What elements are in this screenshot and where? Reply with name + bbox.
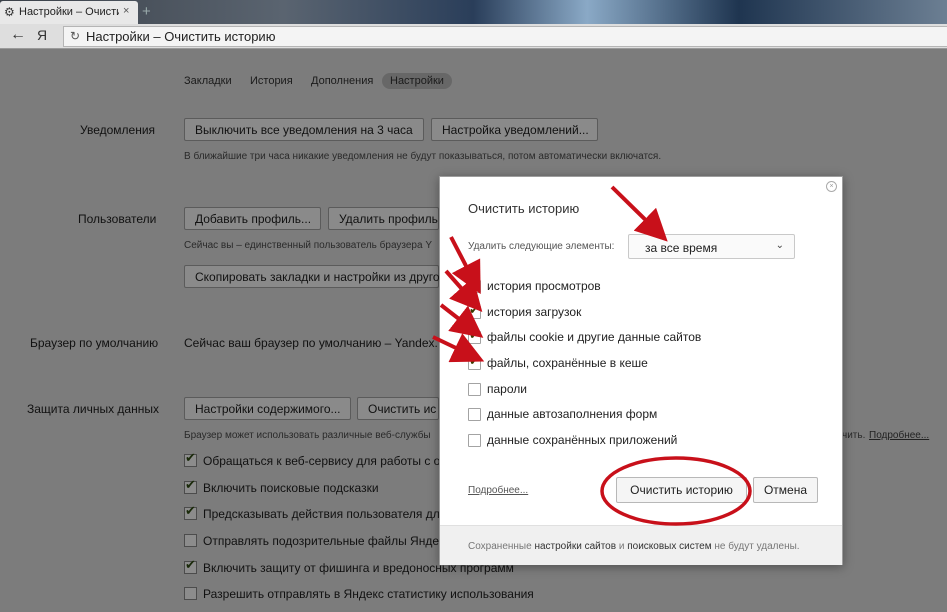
checkbox[interactable] <box>468 408 481 421</box>
default-browser-label: Браузер по умолчанию <box>30 336 159 350</box>
users-hint: Сейчас вы – единственный пользователь бр… <box>184 240 433 251</box>
close-icon[interactable]: × <box>826 181 837 192</box>
dialog-footer: Сохраненные настройки сайтов и поисковых… <box>440 525 842 565</box>
dialog-title: Очистить историю <box>468 201 580 216</box>
option-label: история просмотров <box>487 279 601 293</box>
privacy-checkbox-2[interactable] <box>184 503 197 520</box>
checkbox[interactable] <box>468 276 481 293</box>
cancel-button[interactable]: Отмена <box>753 477 818 503</box>
address-bar: ← Я ↻ Настройки – Очистить историю <box>0 24 947 49</box>
clear-history-page-button[interactable]: Очистить ис <box>357 397 439 420</box>
privacy-hint: Браузер может использовать различные веб… <box>184 430 431 441</box>
gear-icon: ⚙ <box>4 5 15 19</box>
notification-settings-button[interactable]: Настройка уведомлений... <box>431 118 598 141</box>
url-text: Настройки – Очистить историю <box>86 29 276 44</box>
chevron-down-icon: ⌄ <box>775 240 784 251</box>
footer-note: Сохраненные настройки сайтов и поисковых… <box>468 541 800 552</box>
search-engines-link[interactable]: поисковых систем <box>627 541 711 552</box>
new-tab-icon[interactable]: + <box>142 3 151 20</box>
nav-history[interactable]: История <box>250 75 293 87</box>
period-value: за все время <box>645 241 718 255</box>
notifications-hint: В ближайшие три часа никакие уведомления… <box>184 151 662 162</box>
privacy-checkbox-4[interactable] <box>184 557 197 574</box>
content-settings-button[interactable]: Настройки содержимого... <box>184 397 351 420</box>
option-label: данные сохранённых приложений <box>487 433 678 447</box>
more-link[interactable]: Подробнее... <box>468 485 528 496</box>
default-browser-text: Сейчас ваш браузер по умолчанию – Yandex… <box>184 336 438 350</box>
option-label: файлы cookie и другие данные сайтов <box>487 330 702 344</box>
privacy-label: Защита личных данных <box>27 402 159 416</box>
privacy-check-label-1: Включить поисковые подсказки <box>203 481 379 495</box>
checkbox[interactable] <box>468 383 481 396</box>
privacy-check-label-2: Предсказывать действия пользователя дл <box>203 507 440 521</box>
privacy-checkbox-3[interactable] <box>184 534 197 547</box>
privacy-checkbox-5[interactable] <box>184 587 197 600</box>
reload-icon[interactable]: ↻ <box>70 29 80 43</box>
checkbox[interactable] <box>468 434 481 447</box>
clear-history-button[interactable]: Очистить историю <box>616 477 747 503</box>
tab-close-icon[interactable]: × <box>123 5 129 17</box>
nav-settings[interactable]: Настройки <box>382 73 452 89</box>
privacy-check-label-3: Отправлять подозрительные файлы Яндек <box>203 534 445 548</box>
tab-settings[interactable]: ⚙ Настройки – Очистит × <box>0 1 138 24</box>
checkbox[interactable] <box>468 353 481 370</box>
tab-strip: ⚙ Настройки – Очистит × + <box>0 0 947 24</box>
copy-bookmarks-button[interactable]: Скопировать закладки и настройки из друг… <box>184 265 440 288</box>
checkbox[interactable] <box>468 302 481 319</box>
arrow-left-icon[interactable]: ← <box>10 26 26 44</box>
users-label: Пользователи <box>78 212 157 226</box>
period-select[interactable]: за все время ⌄ <box>628 234 795 259</box>
notifications-label: Уведомления <box>80 123 156 137</box>
add-profile-button[interactable]: Добавить профиль... <box>184 207 321 230</box>
privacy-check-label-0: Обращаться к веб-сервису для работы с о <box>203 454 441 468</box>
privacy-hint-tail: чить. <box>842 430 866 441</box>
delete-items-label: Удалить следующие элементы: <box>468 241 615 252</box>
privacy-checkbox-1[interactable] <box>184 477 197 494</box>
option-label: пароли <box>487 382 527 396</box>
privacy-checkbox-0[interactable] <box>184 450 197 467</box>
option-label: файлы, сохранённые в кеше <box>487 356 648 370</box>
option-label: данные автозаполнения форм <box>487 407 658 421</box>
privacy-check-label-5: Разрешить отправлять в Яндекс статистику… <box>203 587 534 601</box>
privacy-more-link[interactable]: Подробнее... <box>869 430 929 441</box>
option-label: история загрузок <box>487 305 582 319</box>
checkbox[interactable] <box>468 327 481 344</box>
url-input[interactable]: ↻ Настройки – Очистить историю <box>63 26 947 47</box>
site-settings-link[interactable]: настройки сайтов <box>534 541 616 552</box>
tab-title: Настройки – Очистит <box>19 6 119 18</box>
clear-history-dialog: × Очистить историю Удалить следующие эле… <box>439 176 843 565</box>
disable-notifications-button[interactable]: Выключить все уведомления на 3 часа <box>184 118 424 141</box>
nav-extensions[interactable]: Дополнения <box>311 75 373 87</box>
nav-bookmarks[interactable]: Закладки <box>184 75 232 87</box>
yandex-logo[interactable]: Я <box>37 27 47 43</box>
delete-profile-button[interactable]: Удалить профиль <box>328 207 439 230</box>
